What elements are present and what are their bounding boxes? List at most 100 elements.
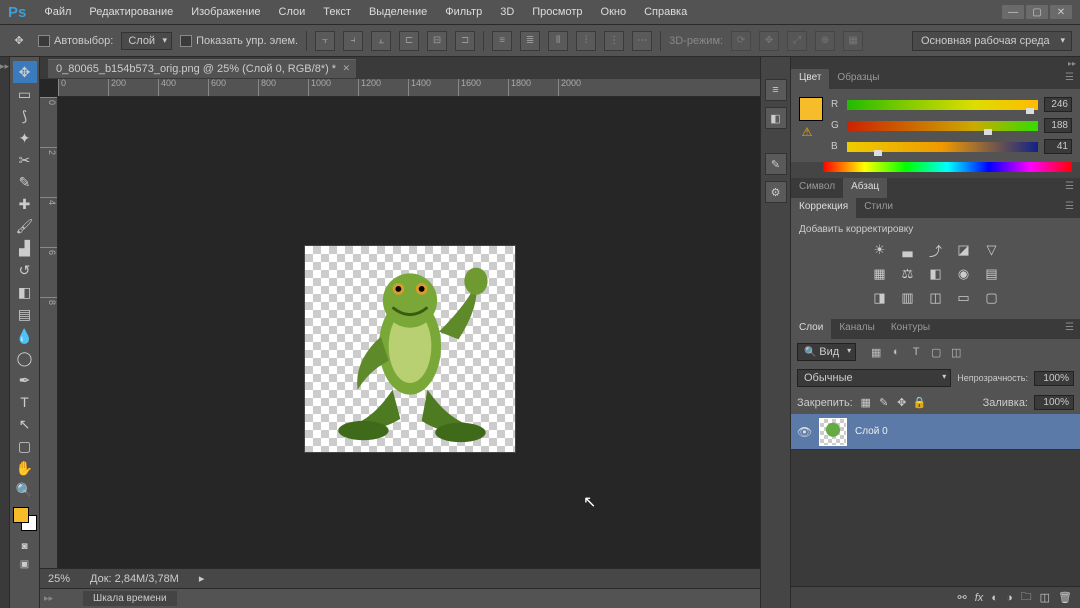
panel-menu-icon[interactable]: ☰ [1059, 178, 1080, 198]
foreground-color[interactable] [13, 507, 29, 523]
b-slider[interactable] [847, 142, 1038, 152]
lock-all-icon[interactable]: 🔒 [913, 396, 927, 410]
tab-paragraph[interactable]: Абзац [843, 178, 887, 198]
menu-text[interactable]: Текст [315, 3, 359, 21]
eraser-tool[interactable]: ◧ [13, 281, 37, 303]
filter-pixel-icon[interactable]: ▦ [868, 344, 884, 360]
color-spectrum[interactable] [823, 162, 1072, 172]
canvas-viewport[interactable]: ↖ [58, 97, 760, 568]
threshold-icon[interactable]: ◫ [927, 289, 945, 307]
close-icon[interactable]: ✕ [343, 63, 351, 74]
zoom-tool[interactable]: 🔍 [13, 479, 37, 501]
tab-symbol[interactable]: Символ [791, 178, 843, 198]
3d-icon-5[interactable]: ▦ [843, 31, 863, 51]
path-tool[interactable]: ↖ [13, 413, 37, 435]
tab-color[interactable]: Цвет [791, 69, 829, 89]
align-left-icon[interactable]: ⊏ [399, 31, 419, 51]
b-value[interactable]: 41 [1044, 139, 1072, 154]
curves-icon[interactable]: ⤴ [927, 241, 945, 259]
workspace-dropdown[interactable]: Основная рабочая среда [912, 31, 1072, 51]
panel-menu-icon[interactable]: ☰ [1059, 69, 1080, 89]
menu-filter[interactable]: Фильтр [437, 3, 490, 21]
properties-panel-icon[interactable]: ◧ [765, 107, 787, 129]
delete-layer-icon[interactable]: 🗑 [1058, 591, 1072, 604]
fill-input[interactable]: 100% [1034, 395, 1074, 410]
layers-list[interactable]: 👁 Слой 0 [791, 414, 1080, 586]
menu-view[interactable]: Просмотр [524, 3, 590, 21]
heal-tool[interactable]: ✚ [13, 193, 37, 215]
tab-paths[interactable]: Контуры [883, 319, 938, 339]
auto-select-dropdown[interactable]: Слой [121, 32, 172, 50]
gradient-map-icon[interactable]: ▭ [955, 289, 973, 307]
blur-tool[interactable]: 💧 [13, 325, 37, 347]
invert-icon[interactable]: ◨ [871, 289, 889, 307]
exposure-icon[interactable]: ◪ [955, 241, 973, 259]
distribute-2-icon[interactable]: ≣ [520, 31, 540, 51]
doc-info[interactable]: Док: 2,84M/3,78M [90, 573, 179, 585]
layer-thumbnail[interactable] [819, 418, 847, 446]
r-value[interactable]: 246 [1044, 97, 1072, 112]
g-value[interactable]: 188 [1044, 118, 1072, 133]
eyedropper-tool[interactable]: ✎ [13, 171, 37, 193]
filter-adjust-icon[interactable]: ◐ [888, 344, 904, 360]
tab-swatches[interactable]: Образцы [829, 69, 887, 89]
layer-filter-select[interactable]: 🔍 Вид [797, 343, 856, 361]
mask-icon[interactable]: ◐ [991, 592, 998, 604]
3d-icon-2[interactable]: ✥ [759, 31, 779, 51]
brush-tool[interactable]: 🖌 [13, 215, 37, 237]
lasso-tool[interactable]: ⟆ [13, 105, 37, 127]
stamp-tool[interactable]: ▟ [13, 237, 37, 259]
zoom-value[interactable]: 25% [48, 573, 70, 585]
align-vcenter-icon[interactable]: ⫞ [343, 31, 363, 51]
align-right-icon[interactable]: ⊐ [455, 31, 475, 51]
tab-channels[interactable]: Каналы [831, 319, 883, 339]
align-bottom-icon[interactable]: ⫠ [371, 31, 391, 51]
pen-tool[interactable]: ✒ [13, 369, 37, 391]
tab-corrections[interactable]: Коррекция [791, 198, 856, 218]
history-panel-icon[interactable]: ≡ [765, 79, 787, 101]
distribute-6-icon[interactable]: ⋯ [632, 31, 652, 51]
balance-icon[interactable]: ⚖ [899, 265, 917, 283]
fx-icon[interactable]: fx [975, 592, 984, 604]
filter-smart-icon[interactable]: ◫ [948, 344, 964, 360]
minimize-button[interactable]: — [1002, 5, 1024, 19]
group-icon[interactable]: 🗀 [1021, 588, 1032, 607]
hue-icon[interactable]: ▦ [871, 265, 889, 283]
gamut-warning-icon[interactable]: ⚠ [799, 125, 815, 139]
timeline-tab[interactable]: Шкала времени [83, 591, 176, 606]
menu-select[interactable]: Выделение [361, 3, 435, 21]
history-brush-tool[interactable]: ↺ [13, 259, 37, 281]
move-tool[interactable]: ✥ [13, 61, 37, 83]
selective-icon[interactable]: ▢ [983, 289, 1001, 307]
r-slider[interactable] [847, 100, 1038, 110]
canvas-image[interactable] [304, 245, 516, 453]
screenmode-toggle[interactable]: ▣ [15, 557, 35, 571]
maximize-button[interactable]: ▢ [1026, 5, 1048, 19]
vibrance-icon[interactable]: ▽ [983, 241, 1001, 259]
align-top-icon[interactable]: ⫟ [315, 31, 335, 51]
brush-panel-icon[interactable]: ✎ [765, 153, 787, 175]
new-layer-icon[interactable]: ◫ [1040, 591, 1050, 604]
wand-tool[interactable]: ✦ [13, 127, 37, 149]
distribute-1-icon[interactable]: ≡ [492, 31, 512, 51]
menu-window[interactable]: Окно [593, 3, 635, 21]
gradient-tool[interactable]: ▤ [13, 303, 37, 325]
document-tab[interactable]: 0_80065_b154b573_orig.png @ 25% (Слой 0,… [48, 59, 356, 78]
filter-type-icon[interactable]: T [908, 344, 924, 360]
layer-name[interactable]: Слой 0 [855, 426, 888, 437]
3d-icon-4[interactable]: ⊕ [815, 31, 835, 51]
layer-row[interactable]: 👁 Слой 0 [791, 414, 1080, 450]
tab-styles[interactable]: Стили [856, 198, 901, 218]
menu-image[interactable]: Изображение [183, 3, 268, 21]
crop-tool[interactable]: ✂ [13, 149, 37, 171]
toolbox-collapse[interactable]: ▸▸ [0, 57, 10, 608]
panel-foreground-swatch[interactable] [799, 97, 823, 121]
mixer-icon[interactable]: ▤ [983, 265, 1001, 283]
align-hcenter-icon[interactable]: ⊟ [427, 31, 447, 51]
distribute-5-icon[interactable]: ⋮ [604, 31, 624, 51]
panel-collapse[interactable]: ▸▸ [791, 57, 1080, 69]
auto-select-checkbox[interactable] [38, 35, 50, 47]
bw-icon[interactable]: ◧ [927, 265, 945, 283]
opacity-input[interactable]: 100% [1034, 371, 1074, 386]
menu-3d[interactable]: 3D [492, 3, 522, 21]
